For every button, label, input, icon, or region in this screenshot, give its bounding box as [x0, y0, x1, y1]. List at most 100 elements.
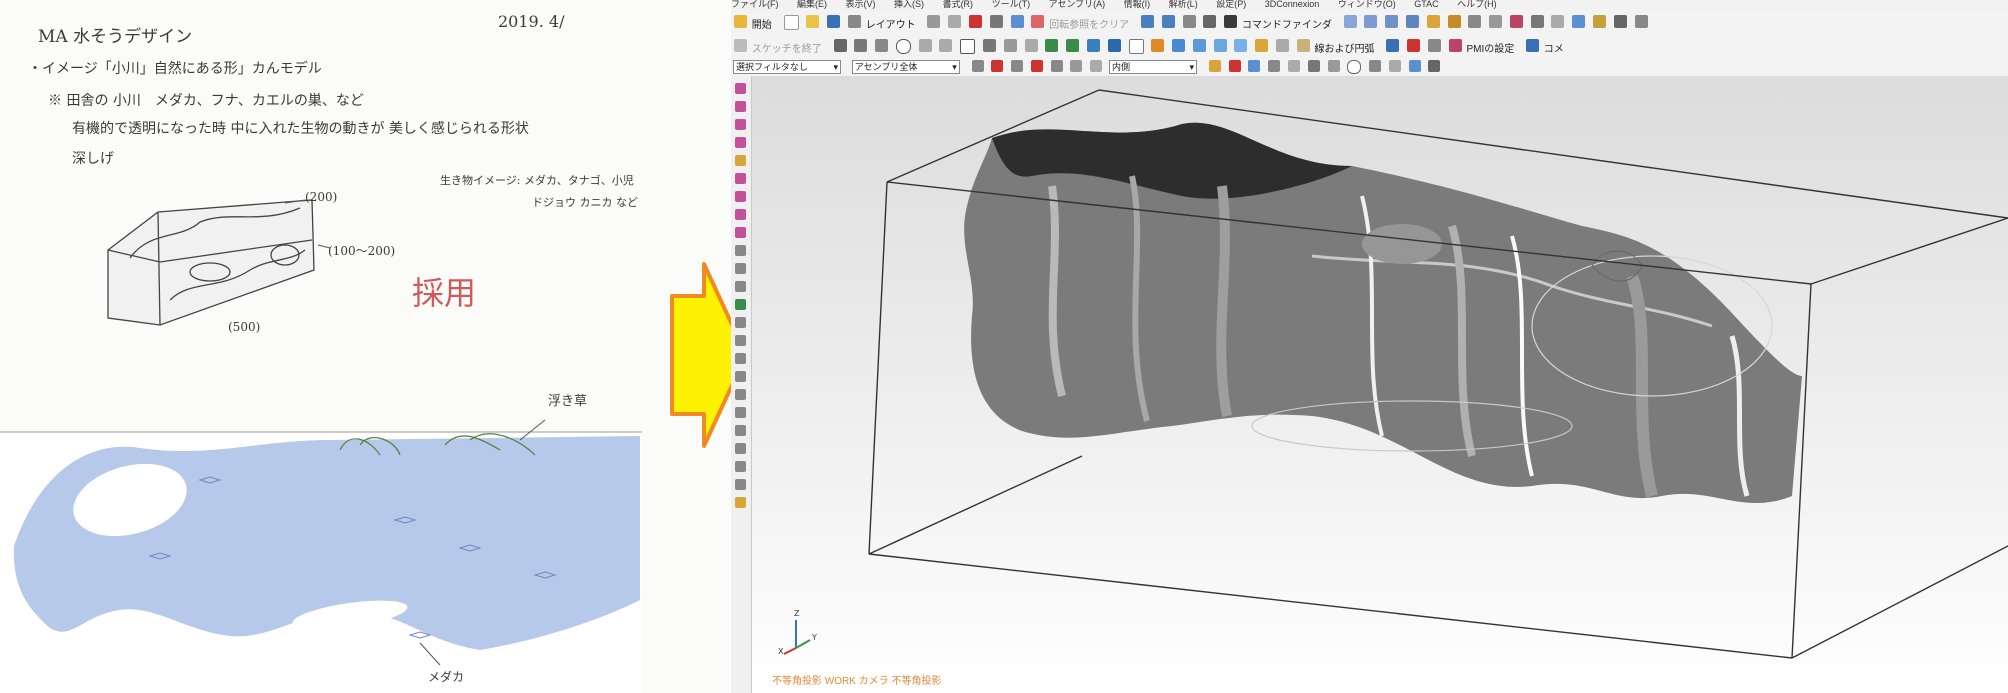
wcs-icon[interactable]: [1572, 15, 1586, 28]
profile-icon[interactable]: [833, 39, 847, 52]
print-icon[interactable]: [847, 15, 861, 28]
shell-icon[interactable]: [1468, 15, 1482, 28]
analysis-icon[interactable]: [1448, 39, 1462, 52]
line-icon[interactable]: [854, 39, 868, 52]
constraint-icon[interactable]: [1045, 39, 1059, 52]
spline-icon[interactable]: [1407, 39, 1421, 52]
snap-settings-icon[interactable]: [1428, 60, 1441, 72]
point-on-curve-icon[interactable]: [1369, 60, 1382, 72]
selection-filter-select[interactable]: 選択フィルタなし: [733, 60, 841, 74]
circle-icon[interactable]: [895, 39, 911, 54]
dimension-icon[interactable]: [1066, 39, 1080, 52]
undo-icon[interactable]: [1140, 15, 1154, 28]
menu-item-preferences[interactable]: 設定(P): [1216, 0, 1246, 9]
arc-icon[interactable]: [875, 39, 889, 52]
menu-item-gtac[interactable]: GTAC: [1414, 0, 1438, 9]
assembly-scope-select[interactable]: アセンブリ全体: [851, 60, 960, 74]
lasso-icon[interactable]: [1070, 60, 1083, 72]
process-studio-icon[interactable]: [735, 227, 746, 238]
delete-icon[interactable]: [969, 15, 983, 28]
menu-item-insert[interactable]: 挿入(S): [894, 0, 924, 9]
feature-select-icon[interactable]: [1011, 60, 1024, 72]
point-icon[interactable]: [1003, 39, 1017, 52]
bounding-icon[interactable]: [1408, 60, 1421, 72]
command-finder-button[interactable]: コマンドファインダ: [1242, 16, 1332, 31]
snap-point-icon[interactable]: [991, 60, 1004, 72]
menu-item-tools[interactable]: ツール(T): [992, 0, 1031, 9]
existing-point-icon[interactable]: [1327, 60, 1340, 72]
unite-icon[interactable]: [1192, 39, 1206, 52]
draft-icon[interactable]: [1275, 39, 1289, 52]
constraint-navigator-icon[interactable]: [735, 101, 746, 112]
point-on-face-icon[interactable]: [1388, 60, 1401, 72]
thicken-icon[interactable]: [1296, 39, 1310, 52]
menu-item-window[interactable]: ウィンドウ(O): [1338, 0, 1396, 9]
extrude-icon[interactable]: [1364, 15, 1378, 28]
arc-center-icon[interactable]: [1347, 60, 1362, 74]
midpoint-icon[interactable]: [1228, 60, 1241, 72]
open-file-icon[interactable]: [806, 15, 820, 28]
clear-rotation-reference-button[interactable]: 回転参照をクリア: [1049, 16, 1129, 31]
deselect-icon[interactable]: [1030, 60, 1043, 72]
feature-icon[interactable]: [1151, 39, 1165, 52]
polygon-icon[interactable]: [983, 39, 997, 52]
endpoint-icon[interactable]: [1208, 60, 1221, 72]
menu-item-file[interactable]: ファイル(F): [731, 0, 779, 9]
selection-icon[interactable]: [1203, 15, 1217, 28]
menu-item-analysis[interactable]: 解析(L): [1169, 0, 1198, 9]
menu-item-3dconnexion[interactable]: 3DConnexion: [1265, 0, 1320, 9]
selection-mode-select[interactable]: 内側: [1109, 60, 1198, 74]
datum-plane-icon[interactable]: [1128, 39, 1144, 54]
finish-sketch-button[interactable]: スケッチを終了: [752, 40, 822, 55]
command-finder-icon[interactable]: [1224, 15, 1238, 28]
settings-icon[interactable]: [1634, 15, 1648, 28]
sketch-icon[interactable]: [734, 39, 747, 52]
hd3d-tools-icon[interactable]: [735, 155, 746, 166]
reset-icon[interactable]: [1031, 15, 1045, 28]
part-navigator-icon[interactable]: [735, 119, 746, 130]
help-tool-icon[interactable]: [735, 497, 746, 508]
snap-icon[interactable]: [1182, 15, 1196, 28]
rotate-icon[interactable]: [1010, 15, 1024, 28]
box-select-icon[interactable]: [1090, 60, 1103, 72]
layer-icon[interactable]: [1593, 15, 1606, 28]
system-scenes-icon[interactable]: [735, 263, 746, 274]
trim-icon[interactable]: [1489, 15, 1503, 28]
revolve-icon[interactable]: [1385, 15, 1399, 28]
mirror-icon[interactable]: [1107, 39, 1121, 52]
assembly-navigator-icon[interactable]: [735, 83, 746, 94]
layout-button[interactable]: レイアウト: [866, 16, 916, 31]
manufacturing-icon[interactable]: [735, 299, 746, 310]
select-all-icon[interactable]: [1050, 60, 1063, 72]
menu-item-help[interactable]: ヘルプ(H): [1457, 0, 1497, 9]
center-point-icon[interactable]: [1248, 60, 1261, 72]
project-icon[interactable]: [1086, 39, 1100, 52]
menu-item-assembly[interactable]: アセンブリ(A): [1049, 0, 1106, 9]
menu-item-info[interactable]: 情報(I): [1124, 0, 1151, 9]
offset-curve-icon[interactable]: [1024, 39, 1038, 52]
save-icon[interactable]: [827, 15, 841, 28]
menu-item-format[interactable]: 書式(R): [943, 0, 974, 9]
surface-icon[interactable]: [1343, 15, 1357, 28]
graphics-window[interactable]: Z X Y 不等角投影 WORK カメラ 不等角投影: [752, 76, 2008, 693]
sweep-icon[interactable]: [1405, 15, 1419, 28]
display-icon[interactable]: [735, 335, 746, 346]
fillet-icon[interactable]: [918, 39, 932, 52]
start-button[interactable]: 開始: [752, 16, 772, 31]
measure-icon[interactable]: [1509, 15, 1523, 28]
expand-icon[interactable]: [735, 443, 746, 454]
menu-item-edit[interactable]: 編集(E): [797, 0, 827, 9]
roles-icon[interactable]: [735, 245, 746, 256]
comment-button[interactable]: コメ: [1544, 40, 1564, 55]
intersection-point-icon[interactable]: [1287, 60, 1300, 72]
search-tool-icon[interactable]: [735, 479, 746, 490]
new-file-icon[interactable]: [783, 15, 799, 30]
curve-icon[interactable]: [1427, 39, 1441, 52]
pmi-settings-button[interactable]: PMIの設定: [1466, 40, 1514, 55]
quadrant-icon[interactable]: [1268, 60, 1281, 72]
info-icon[interactable]: [735, 389, 746, 400]
chamfer-sketch-icon[interactable]: [939, 39, 953, 52]
visualization-icon[interactable]: [735, 353, 746, 364]
tools-icon[interactable]: [735, 371, 746, 382]
history-icon[interactable]: [735, 191, 746, 202]
